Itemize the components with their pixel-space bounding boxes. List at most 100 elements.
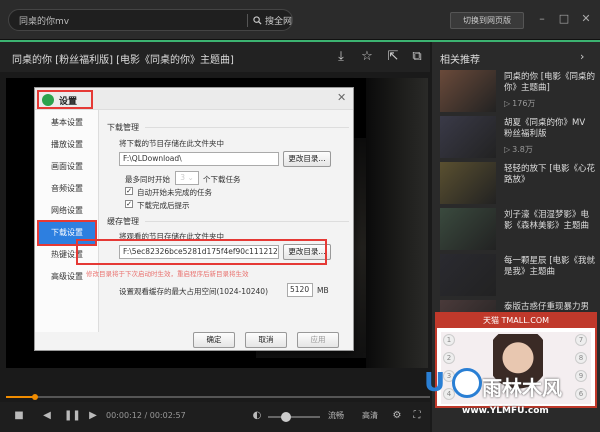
nav-picture[interactable]: 画面设置 xyxy=(39,156,95,178)
notify-done-checkbox[interactable]: ✓ xyxy=(125,200,133,208)
watermark-logo xyxy=(452,368,482,398)
play-count-icon: ▷ xyxy=(504,145,511,154)
cache-space-unit: MB xyxy=(317,286,329,295)
max-tasks-select[interactable]: 3 ⌄ xyxy=(175,171,199,185)
max-tasks-suffix: 个下载任务 xyxy=(203,175,241,184)
related-item-title[interactable]: 轻轻的放下 [电影《心花路放》 xyxy=(504,164,596,186)
max-tasks-value: 3 xyxy=(180,173,186,182)
search-divider xyxy=(247,14,248,27)
ok-button[interactable]: 确定 xyxy=(193,332,235,348)
related-thumbnail[interactable] xyxy=(440,70,496,112)
download-path-field[interactable]: F:\QLDownload\ xyxy=(119,152,279,166)
chevron-down-icon: ⌄ xyxy=(187,173,194,182)
pause-icon[interactable]: ❚❚ xyxy=(64,409,81,423)
related-title: 相关推荐 xyxy=(440,55,480,66)
star-icon[interactable]: ☆ xyxy=(358,48,376,66)
dialog-title: 设置 xyxy=(59,97,78,107)
max-icon[interactable]: □ xyxy=(556,11,572,27)
dialog-footer: 确定 取消 应用 xyxy=(35,332,353,350)
related-thumbnail[interactable] xyxy=(440,116,496,158)
auto-start-checkbox[interactable]: ✓ xyxy=(125,187,133,195)
popout-icon[interactable]: ⧉ xyxy=(408,48,426,66)
fullscreen-icon[interactable]: ⛶ xyxy=(410,409,424,423)
search-button-label: 搜全网 xyxy=(265,17,293,27)
ad-number: 1 xyxy=(443,334,455,346)
cache-note: 修改目录将于下次启动时生效，重启程序后新目录将生效 xyxy=(86,270,249,278)
prev-icon[interactable]: ◀ xyxy=(40,409,54,423)
related-item-title[interactable]: 每一颗星辰 [电影《我就是我》主题曲 xyxy=(504,256,596,278)
dialog-header: 设置 ✕ xyxy=(35,88,353,110)
time-current: 00:00:12 xyxy=(106,411,142,420)
nav-playback[interactable]: 播放设置 xyxy=(39,134,95,156)
control-bar: ■ ◀ ❚❚ ▶ 00:00:12 / 00:02:57 ◐ 流畅 高清 ⚙ ⛶ xyxy=(0,402,430,432)
search-input[interactable]: 同桌的你mv xyxy=(19,14,69,27)
top-bar: 同桌的你mv 搜全网 切换到网页版 – □ ✕ xyxy=(0,0,600,40)
ad-number: 2 xyxy=(443,352,455,364)
ad-header: 天猫 TMALL.COM xyxy=(437,314,595,328)
cache-space-label: 设置观看缓存的最大占用空间(1024-10240) xyxy=(119,287,269,296)
related-item-views-count: 176万 xyxy=(512,99,536,108)
next-icon[interactable]: ▶ xyxy=(86,409,100,423)
play-count-icon: ▷ xyxy=(504,99,511,108)
notify-done-label: 下载完成后提示 xyxy=(137,201,190,210)
ad-number: 7 xyxy=(575,334,587,346)
min-icon[interactable]: – xyxy=(534,11,550,27)
related-thumbnail[interactable] xyxy=(440,162,496,204)
time-separator: / xyxy=(144,411,148,420)
cache-space-field[interactable]: 5120 xyxy=(287,283,313,297)
watermark-brand: 雨林木风 xyxy=(482,376,562,400)
switch-web-button[interactable]: 切换到网页版 xyxy=(450,12,524,29)
settings-nav: 基本设置 播放设置 画面设置 音频设置 网络设置 下载设置 热键设置 高级设置 xyxy=(35,110,99,332)
related-thumbnail[interactable] xyxy=(440,254,496,296)
related-thumbnail[interactable] xyxy=(440,208,496,250)
related-item-title[interactable]: 刘子濠《泪湿梦影》电影《森林美影》主题曲 xyxy=(504,210,596,232)
volume-icon[interactable]: ◐ xyxy=(250,409,264,423)
chevron-right-icon[interactable]: › xyxy=(580,50,584,63)
related-item-views-count: 3.8万 xyxy=(512,145,533,154)
time-total: 00:02:57 xyxy=(149,411,186,420)
cache-section-title: 缓存管理 xyxy=(107,217,139,226)
quality-button[interactable]: 流畅 xyxy=(328,410,344,421)
close-icon[interactable]: ✕ xyxy=(578,11,594,27)
ad-number: 8 xyxy=(575,352,587,364)
download-icon[interactable]: ⤓ xyxy=(332,48,350,66)
close-icon[interactable]: ✕ xyxy=(337,91,346,104)
nav-network[interactable]: 网络设置 xyxy=(39,200,95,222)
video-title: 同桌的你 [粉丝福利版] [电影《同桌的你》主题曲] xyxy=(12,55,234,66)
title-row: 同桌的你 [粉丝福利版] [电影《同桌的你》主题曲] ⤓ ☆ ⇱ ⧉ xyxy=(0,42,430,72)
cancel-button[interactable]: 取消 xyxy=(245,332,287,348)
time-display: 00:00:12 / 00:02:57 xyxy=(106,411,186,420)
related-item-views: ▷ 176万 xyxy=(504,98,535,109)
apply-button[interactable]: 应用 xyxy=(297,332,339,348)
stop-icon[interactable]: ■ xyxy=(12,409,26,423)
nav-audio[interactable]: 音频设置 xyxy=(39,178,95,200)
progress-bar[interactable] xyxy=(6,394,430,400)
ad-number: 9 xyxy=(575,370,587,382)
gear-icon[interactable]: ⚙ xyxy=(390,409,404,423)
app-logo-icon xyxy=(42,94,54,106)
related-item-title[interactable]: 胡夏《同桌的你》MV 粉丝福利版 xyxy=(504,118,596,140)
hd-button[interactable]: 高清 xyxy=(362,410,378,421)
download-change-dir-button[interactable]: 更改目录... xyxy=(283,151,331,167)
cache-path-highlight xyxy=(76,239,327,265)
search-box[interactable]: 同桌的你mv 搜全网 xyxy=(8,9,293,31)
watermark-url: www.YLMFU.com xyxy=(462,406,549,416)
settings-content: 下载管理 将下载的节目存储在此文件夹中 F:\QLDownload\ 更改目录.… xyxy=(101,110,353,332)
max-tasks-prefix: 最多同时开始 xyxy=(125,175,170,184)
download-section-title: 下载管理 xyxy=(107,123,139,132)
volume-handle[interactable] xyxy=(281,412,292,422)
section-divider xyxy=(145,127,349,128)
share-icon[interactable]: ⇱ xyxy=(384,48,402,66)
auto-start-label: 自动开始未完成的任务 xyxy=(137,188,212,197)
related-item-title[interactable]: 同桌的你 [电影《同桌的你》主题曲] xyxy=(504,72,596,94)
progress-fill xyxy=(6,396,35,398)
search-button[interactable]: 搜全网 xyxy=(253,13,292,28)
nav-basic[interactable]: 基本设置 xyxy=(39,112,95,134)
download-folder-label: 将下载的节目存储在此文件夹中 xyxy=(119,139,224,148)
watermark-u-logo: U xyxy=(424,368,446,398)
section-divider xyxy=(145,221,349,222)
dialog-title-highlight: 设置 xyxy=(37,90,93,109)
progress-handle[interactable] xyxy=(31,394,38,400)
related-item-views: ▷ 3.8万 xyxy=(504,144,533,155)
volume-slider[interactable] xyxy=(268,416,320,418)
